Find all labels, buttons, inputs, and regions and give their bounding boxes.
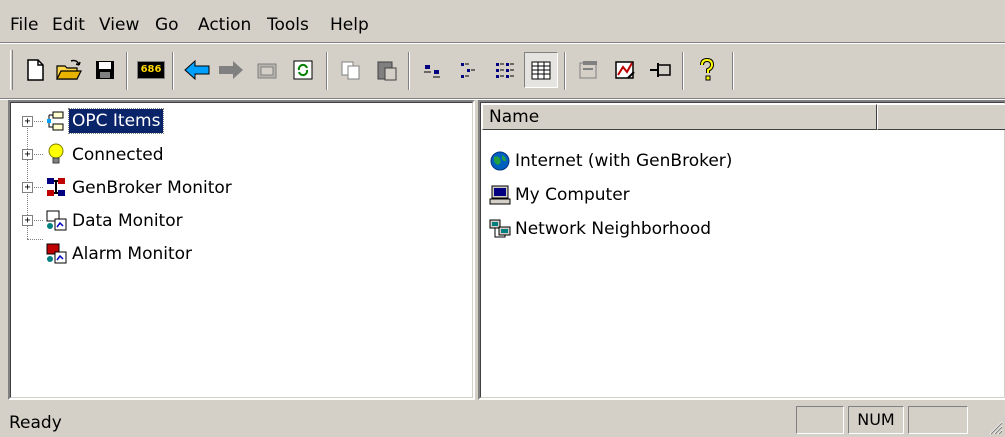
tree-connector [27, 239, 43, 240]
pin-icon [650, 63, 671, 77]
expand-toggle[interactable]: + [22, 149, 33, 160]
tree-pane-inner: + OPC Items + Connected + GenBroker Moni… [10, 102, 473, 398]
open-button[interactable] [52, 52, 86, 88]
toolbar: 686 [0, 46, 1005, 98]
network-icon [489, 219, 511, 238]
details-view-button[interactable] [524, 52, 558, 88]
status-text: Ready [9, 413, 62, 433]
large-icons-button[interactable] [416, 52, 450, 88]
opc-items-icon [47, 111, 64, 131]
column-header-blank[interactable] [877, 104, 1005, 130]
save-button[interactable] [88, 52, 122, 88]
tree-item-alarm-monitor[interactable]: Alarm Monitor [69, 242, 195, 266]
menu-help[interactable]: Help [330, 15, 369, 35]
graph-icon [615, 61, 635, 79]
properties-button[interactable] [572, 52, 606, 88]
menu-action[interactable]: Action [198, 15, 251, 35]
new-document-icon [27, 59, 44, 81]
list-pane[interactable]: Name Internet (with GenBroker) My Comput… [478, 100, 1005, 400]
open-folder-icon [56, 59, 82, 80]
help-button[interactable] [690, 52, 724, 88]
toolbar-separator [732, 52, 734, 90]
forward-arrow-icon [219, 61, 243, 79]
expand-toggle[interactable]: + [22, 116, 33, 127]
pin-button[interactable] [644, 52, 678, 88]
small-icons-view-icon [461, 63, 475, 78]
back-button[interactable] [180, 52, 214, 88]
back-arrow-icon [184, 59, 210, 81]
genbroker-monitor-icon [47, 178, 65, 196]
details-view-icon [531, 61, 551, 80]
toolbar-separator [682, 52, 684, 90]
lightbulb-icon [48, 143, 64, 164]
tree-pane[interactable]: + OPC Items + Connected + GenBroker Moni… [8, 100, 475, 400]
menu-go[interactable]: Go [155, 15, 179, 35]
expand-toggle[interactable]: + [22, 182, 33, 193]
list-item-label: My Computer [515, 185, 630, 205]
tree-item-data-monitor[interactable]: Data Monitor [69, 209, 186, 233]
save-disk-icon [96, 61, 114, 79]
status-panel-num: NUM [848, 406, 904, 434]
menu-bar: File Edit View Go Action Tools Help [0, 0, 1005, 42]
tree-item-opc-items[interactable]: OPC Items [67, 108, 165, 134]
toolbar-separator [564, 52, 566, 90]
paste-button[interactable] [370, 52, 404, 88]
resize-grip-icon[interactable] [987, 419, 1003, 435]
list-item[interactable]: My Computer [489, 181, 630, 209]
properties-icon [579, 61, 597, 79]
computer-icon [489, 185, 511, 205]
expand-toggle[interactable]: + [22, 215, 33, 226]
up-folder-icon [257, 63, 277, 79]
copy-button[interactable] [334, 52, 368, 88]
small-icons-button[interactable] [452, 52, 486, 88]
paste-icon [377, 61, 397, 81]
data-monitor-icon [46, 210, 67, 231]
list-pane-inner: Name Internet (with GenBroker) My Comput… [480, 102, 1005, 398]
refresh-icon [293, 60, 313, 80]
toolbar-grip[interactable] [10, 50, 13, 90]
menu-separator [0, 42, 1005, 44]
column-header-name[interactable]: Name [482, 104, 877, 130]
toolbar-separator [126, 52, 128, 90]
menu-file[interactable]: File [10, 15, 38, 35]
refresh-button[interactable] [286, 52, 320, 88]
list-item-label: Internet (with GenBroker) [515, 151, 733, 171]
status-panel-caps [796, 406, 844, 434]
cpu-686-button[interactable]: 686 [134, 52, 168, 88]
list-view-icon [496, 63, 514, 78]
toolbar-separator [408, 52, 410, 90]
graph-button[interactable] [608, 52, 642, 88]
forward-button[interactable] [214, 52, 248, 88]
menu-edit[interactable]: Edit [52, 15, 85, 35]
alarm-monitor-icon [46, 243, 67, 264]
globe-icon [490, 151, 510, 171]
toolbar-separator [326, 52, 328, 90]
up-folder-button[interactable] [250, 52, 284, 88]
tree-item-connected[interactable]: Connected [69, 143, 167, 167]
large-icons-view-icon [424, 65, 440, 78]
copy-icon [341, 61, 360, 80]
menu-view[interactable]: View [99, 15, 139, 35]
help-question-icon [700, 58, 715, 81]
list-item[interactable]: Network Neighborhood [489, 215, 711, 243]
list-item[interactable]: Internet (with GenBroker) [489, 147, 732, 175]
list-view-button[interactable] [488, 52, 522, 88]
menu-tools[interactable]: Tools [267, 15, 309, 35]
new-button[interactable] [18, 52, 52, 88]
toolbar-separator [172, 52, 174, 90]
tree-item-genbroker-monitor[interactable]: GenBroker Monitor [69, 176, 235, 200]
status-bar: Ready NUM [0, 400, 1005, 437]
status-panel-scroll [908, 406, 968, 434]
cpu-686-icon: 686 [137, 61, 165, 79]
list-item-label: Network Neighborhood [515, 219, 712, 239]
